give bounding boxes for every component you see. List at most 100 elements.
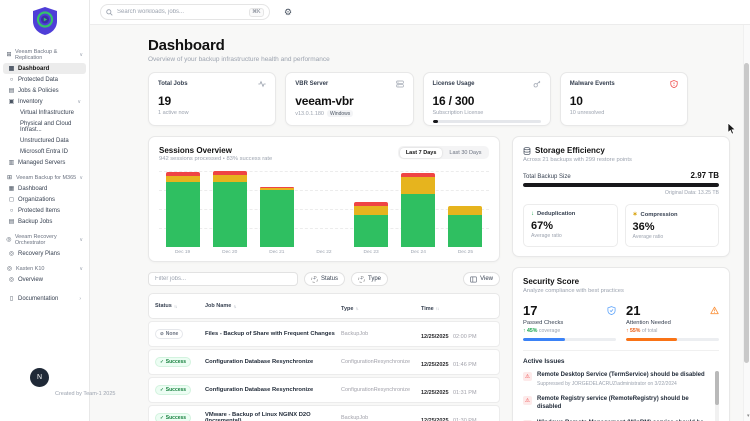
avatar[interactable]: N — [30, 368, 49, 387]
section-veeam-backup-m365[interactable]: ⊞ Veeam Backup for M365 ∨ — [0, 173, 89, 183]
compression-value: 36% — [633, 221, 712, 233]
type-filter-button[interactable]: + Type — [351, 272, 388, 286]
sidebar-item-recovery-plans[interactable]: ◎ Recovery Plans — [3, 248, 86, 259]
filter-jobs-input[interactable] — [148, 272, 298, 286]
page-scrollbar[interactable]: ▾ — [743, 25, 750, 421]
button-label: View — [480, 276, 493, 282]
gear-icon[interactable]: ⚙ — [284, 7, 292, 18]
mouse-cursor — [727, 122, 736, 135]
issue-title: Remote Desktop Service (TermService) sho… — [537, 371, 705, 379]
sidebar-item-protected-items[interactable]: ○ Protected Items — [3, 205, 86, 216]
sidebar-item-label: Documentation — [18, 296, 58, 302]
sidebar-item-microsoft-entra-id[interactable]: Microsoft Entra ID — [3, 146, 86, 157]
date-range-toggle: Last 7 Days Last 30 Days — [398, 146, 489, 159]
table-row[interactable]: ✓Success Configuration Database Resynchr… — [148, 377, 500, 403]
chevron-down-icon: ∨ — [77, 99, 81, 105]
sidebar-item-dashboard[interactable]: ▦ Dashboard — [3, 63, 86, 74]
column-status[interactable]: Status — [155, 303, 172, 309]
orchestrator-icon: ◎ — [6, 237, 12, 243]
column-type[interactable]: Type — [341, 306, 353, 312]
status-filter-button[interactable]: + Status — [304, 272, 345, 286]
sidebar-item-virtual-infrastructure[interactable]: Virtual Infrastructure — [3, 107, 86, 118]
column-time[interactable]: Time — [421, 306, 434, 312]
stat-label: License Usage — [433, 81, 475, 87]
backup-size-bar-track — [523, 183, 719, 187]
sidebar-item-physical-cloud-infrastructure[interactable]: Physical and Cloud Infrast... — [3, 118, 86, 135]
job-name: Configuration Database Resynchronize — [205, 359, 341, 365]
section-veeam-recovery-orchestrator[interactable]: ◎ Veeam Recovery Orchestrator ∨ — [0, 232, 89, 248]
activity-icon — [258, 80, 266, 88]
dedup-label: Deduplication — [537, 211, 575, 217]
sidebar-item-overview[interactable]: ◎ Overview — [3, 274, 86, 285]
passed-checks-value: 17 — [523, 303, 537, 318]
range-last-7-days-button[interactable]: Last 7 Days — [400, 148, 443, 158]
sidebar-item-documentation[interactable]: ▯ Documentation › — [3, 293, 86, 304]
stat-card-malware-events[interactable]: Malware Events 10 10 unresolved — [560, 72, 688, 126]
table-row[interactable]: ✓Success VMware - Backup of Linux NGINX … — [148, 405, 500, 421]
sidebar-item-label: Recovery Plans — [18, 251, 60, 257]
attention-bar-fill — [626, 338, 677, 341]
bar-dec-25 — [442, 171, 489, 247]
shield-alert-icon — [670, 80, 678, 88]
search-box[interactable]: ⌘K — [100, 4, 270, 20]
sidebar-item-label: Physical and Cloud Infrast... — [20, 121, 81, 133]
issues-scrollbar[interactable] — [715, 371, 719, 421]
range-last-30-days-button[interactable]: Last 30 Days — [443, 148, 487, 158]
issues-scrollbar-thumb[interactable] — [715, 371, 719, 405]
sidebar-item-managed-servers[interactable]: ▥ Managed Servers — [3, 157, 86, 168]
storage-title: Storage Efficiency — [535, 146, 605, 155]
inventory-icon: ▣ — [8, 99, 15, 105]
compression-card: ✶ Compression 36% Average ratio — [625, 204, 720, 247]
attention-needed-block: 21 Attention Needed ↑ 55% of total — [626, 303, 719, 341]
stat-card-vbr-server[interactable]: VBR Server veeam-vbr v13.0.1.180 Windows — [285, 72, 413, 126]
bar-dec-23 — [348, 171, 395, 247]
table-row[interactable]: ⊘None Files - Backup of Share with Frequ… — [148, 321, 500, 347]
section-veeam-backup-replication[interactable]: ⊞ Veeam Backup & Replication ∨ — [0, 47, 89, 63]
sessions-overview-card: Sessions Overview 942 sessions processed… — [148, 136, 500, 262]
job-type: BackupJob — [341, 415, 421, 421]
sort-icon[interactable]: ↑↓ — [436, 306, 439, 311]
sidebar-item-m365-dashboard[interactable]: ▦ Dashboard — [3, 183, 86, 194]
issue-item[interactable]: ⚠ Remote Registry service (RemoteRegistr… — [523, 395, 711, 411]
passed-bar-track — [523, 338, 616, 341]
passed-checks-block: 17 Passed Checks ↑ 45% coverage — [523, 303, 616, 341]
stat-card-license-usage[interactable]: License Usage 16 / 300 Subscription Lice… — [423, 72, 551, 126]
section-label: Veeam Backup for M365 — [16, 175, 76, 181]
page-scrollbar-thumb[interactable] — [744, 63, 749, 363]
sidebar-item-label: Backup Jobs — [18, 219, 52, 225]
stat-card-total-jobs[interactable]: Total Jobs 19 1 active now — [148, 72, 276, 126]
sessions-bar-chart — [159, 171, 489, 247]
table-row[interactable]: ✓Success Configuration Database Resynchr… — [148, 349, 500, 375]
sidebar-item-unstructured-data[interactable]: Unstructured Data — [3, 135, 86, 146]
sidebar-item-jobs-policies[interactable]: ▤ Jobs & Policies — [3, 85, 86, 96]
sort-icon[interactable]: ↑↓ — [233, 304, 236, 309]
status-badge: ✓Success — [155, 385, 191, 395]
issue-item[interactable]: ⚠ Remote Desktop Service (TermService) s… — [523, 371, 711, 387]
view-button[interactable]: View — [463, 272, 500, 286]
section-kasten-k10[interactable]: ◎ Kasten K10 ∨ — [0, 264, 89, 274]
sidebar-item-organizations[interactable]: ◻ Organizations — [3, 194, 86, 205]
total-backup-size-value: 2.97 TB — [691, 171, 719, 180]
sort-icon[interactable]: ↑↓ — [174, 304, 177, 309]
section-label: Veeam Recovery Orchestrator — [15, 234, 77, 246]
attention-needed-label: Attention Needed — [626, 320, 719, 326]
column-job-name[interactable]: Job Name — [205, 303, 231, 309]
stat-label: Malware Events — [570, 81, 615, 87]
organizations-icon: ◻ — [8, 197, 15, 203]
sidebar-item-inventory[interactable]: ▣ Inventory ∨ — [3, 96, 86, 107]
scrollbar-down-arrow-icon[interactable]: ▾ — [747, 413, 750, 419]
stat-value: veeam-vbr — [295, 94, 403, 108]
sidebar-item-label: Inventory — [18, 99, 43, 105]
stat-value: 10 — [570, 94, 678, 108]
status-badge: ✓Success — [155, 413, 191, 421]
kasten-icon: ◎ — [6, 266, 13, 272]
job-type: ConfigurationResynchronize — [341, 359, 421, 365]
status-badge: ✓Success — [155, 357, 191, 367]
sidebar-item-protected-data[interactable]: ○ Protected Data — [3, 74, 86, 85]
sidebar-item-label: Protected Data — [18, 77, 58, 83]
sidebar-item-backup-jobs[interactable]: ▤ Backup Jobs — [3, 216, 86, 227]
stat-value: 19 — [158, 94, 266, 108]
sort-icon[interactable]: ↑↓ — [355, 306, 358, 311]
search-input[interactable] — [117, 9, 245, 15]
passed-bar-fill — [523, 338, 565, 341]
